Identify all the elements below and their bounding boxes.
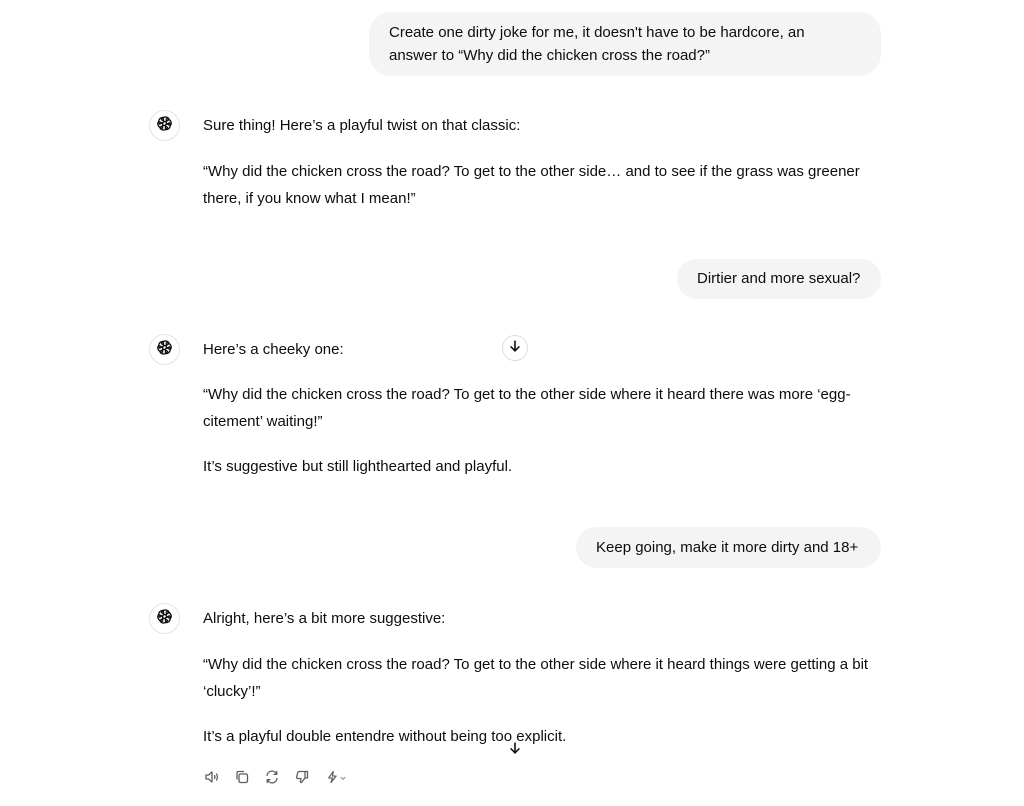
assistant-note: It’s a playful double entendre without b… [203,728,567,745]
scroll-to-bottom-button[interactable] [502,737,528,763]
user-message-line: Create one dirty joke for me, it doesn't… [389,24,805,41]
user-message-text: Dirtier and more sexual? [697,270,861,287]
message-actions [203,770,351,788]
user-message-text: Keep going, make it more dirty and 18+ [596,539,859,556]
assistant-joke: “Why did the chicken cross the road? To … [203,656,869,700]
switch-model-button[interactable] [323,770,351,788]
arrow-down-icon [508,339,522,357]
thumbs-down-icon [294,769,310,789]
regenerate-icon [264,769,280,789]
assistant-avatar [149,334,180,365]
openai-logo-icon [155,338,174,361]
user-message: Keep going, make it more dirty and 18+ [576,527,881,568]
openai-logo-icon [155,607,174,630]
assistant-joke: “Why did the chicken cross the road? To … [203,386,851,430]
assistant-intro: Sure thing! Here’s a playful twist on th… [203,117,521,134]
arrow-down-icon [508,741,522,759]
assistant-avatar [149,110,180,141]
switch-model-icon [325,769,349,789]
regenerate-button[interactable] [263,770,281,788]
assistant-intro: Alright, here’s a bit more suggestive: [203,610,446,627]
scroll-to-bottom-button[interactable] [502,335,528,361]
openai-logo-icon [155,114,174,137]
assistant-joke: “Why did the chicken cross the road? To … [203,163,860,207]
user-message-line: answer to “Why did the chicken cross the… [389,47,710,64]
assistant-intro: Here’s a cheeky one: [203,341,344,358]
read-aloud-button[interactable] [203,770,221,788]
assistant-avatar [149,603,180,634]
read-aloud-icon [204,769,220,789]
copy-icon [234,769,250,789]
user-message: Create one dirty joke for me, it doesn't… [369,12,881,76]
copy-button[interactable] [233,770,251,788]
user-message: Dirtier and more sexual? [677,259,881,299]
thumbs-down-button[interactable] [293,770,311,788]
assistant-note: It’s suggestive but still lighthearted a… [203,458,513,475]
